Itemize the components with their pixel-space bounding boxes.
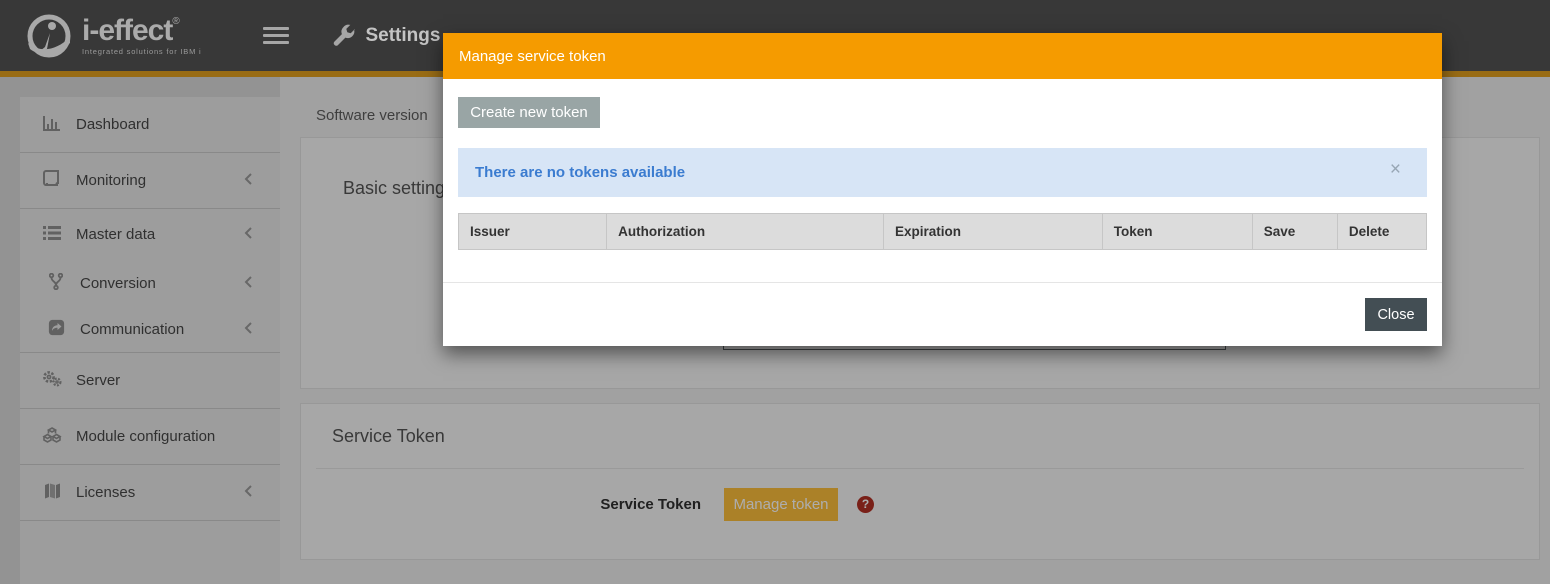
alert-message: There are no tokens available: [475, 164, 685, 181]
modal-footer: Close: [443, 282, 1442, 346]
modal-body: Create new token There are no tokens ava…: [443, 79, 1442, 282]
app-logo[interactable]: i-effect® Integrated solutions for IBM i: [26, 13, 201, 59]
close-button[interactable]: Close: [1365, 298, 1427, 331]
column-header-token: Token: [1102, 214, 1252, 250]
column-header-delete: Delete: [1337, 214, 1426, 250]
column-header-expiration: Expiration: [883, 214, 1102, 250]
registered-mark: ®: [172, 16, 179, 27]
nav-settings-label: Settings: [365, 25, 440, 47]
token-table-header-row: Issuer Authorization Expiration Token Sa…: [459, 214, 1427, 250]
alert-close-icon[interactable]: ×: [1390, 160, 1401, 179]
modal-spacer: [458, 250, 1427, 282]
manage-service-token-modal: Manage service token Create new token Th…: [443, 33, 1442, 346]
hamburger-menu-icon[interactable]: [263, 23, 289, 48]
column-header-issuer: Issuer: [459, 214, 607, 250]
create-new-token-button[interactable]: Create new token: [458, 97, 600, 128]
modal-header: Manage service token: [443, 33, 1442, 79]
i-effect-logo-icon: [26, 13, 72, 59]
wrench-icon: [331, 24, 355, 48]
logo-tagline: Integrated solutions for IBM i: [82, 47, 201, 56]
token-table: Issuer Authorization Expiration Token Sa…: [458, 213, 1427, 250]
nav-settings-item[interactable]: Settings: [331, 24, 440, 48]
no-tokens-alert: There are no tokens available ×: [458, 148, 1427, 197]
modal-title: Manage service token: [459, 48, 606, 65]
column-header-authorization: Authorization: [607, 214, 884, 250]
logo-wordmark: i-effect: [82, 14, 172, 47]
column-header-save: Save: [1252, 214, 1337, 250]
